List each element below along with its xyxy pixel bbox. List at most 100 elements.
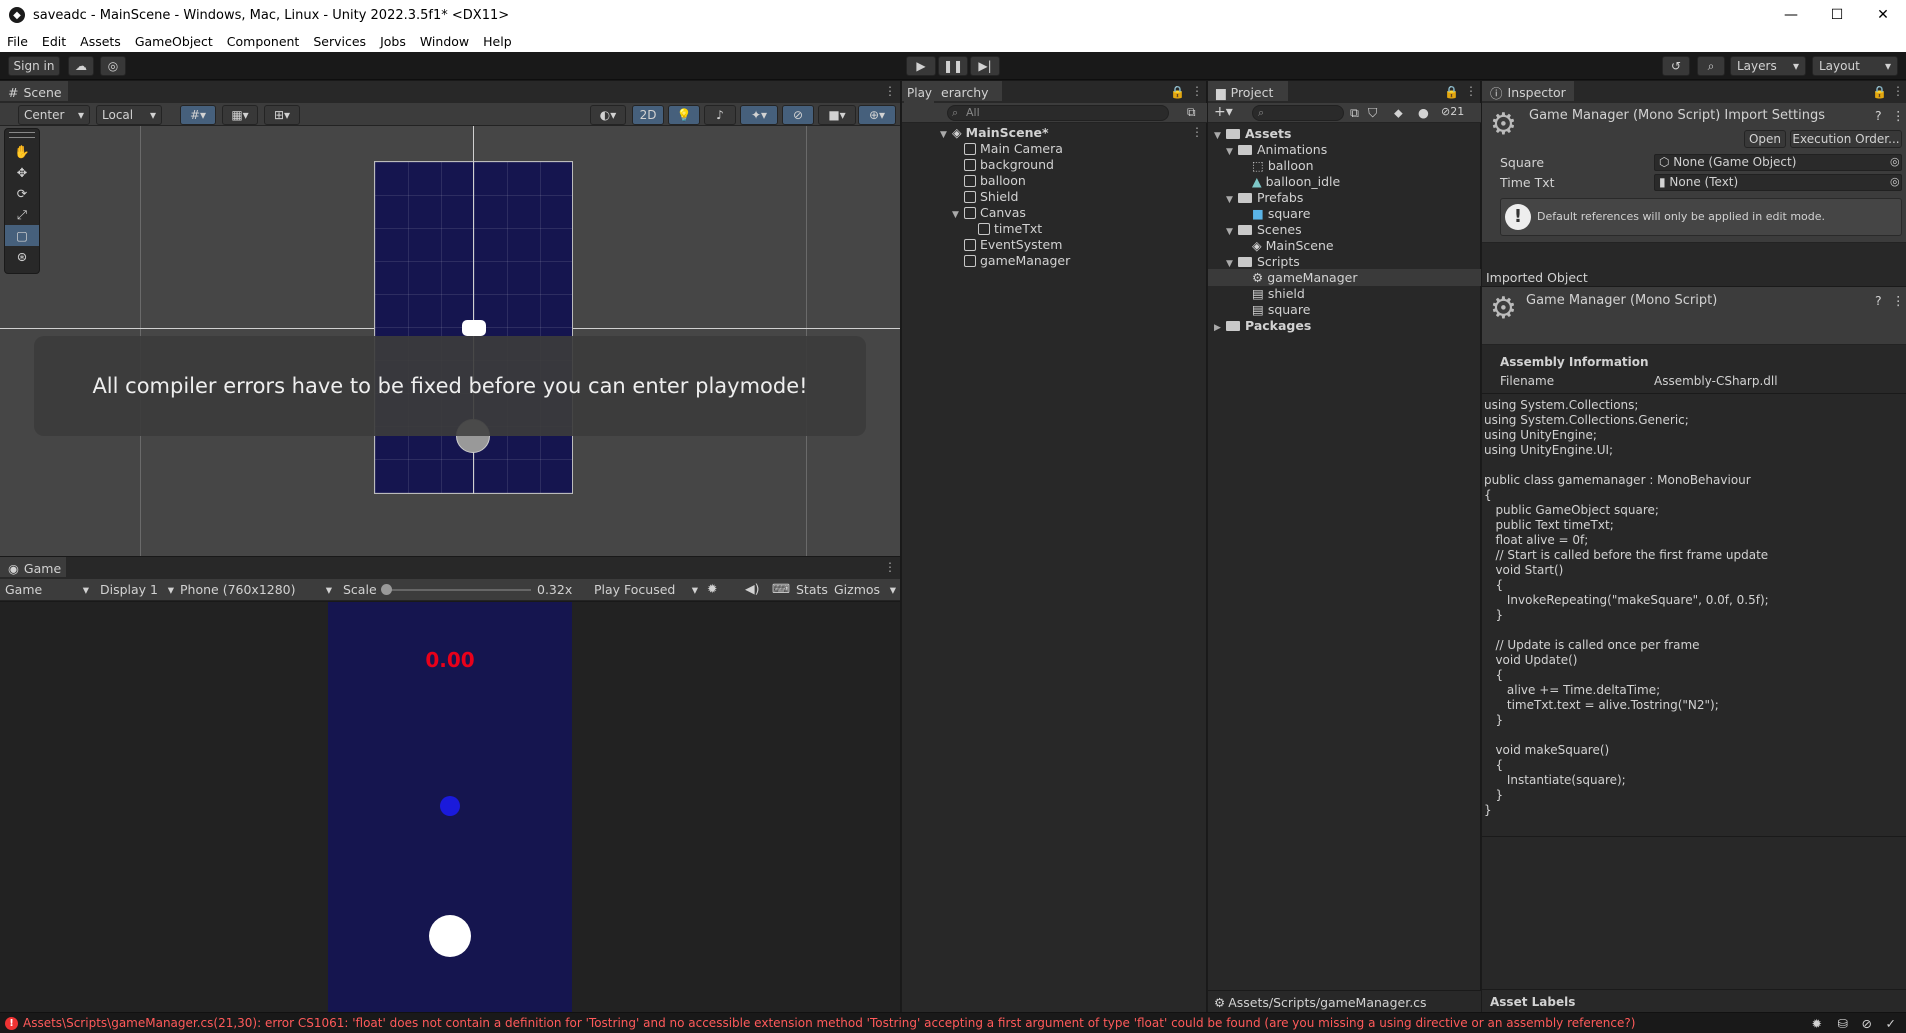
search-icon[interactable]: ⌕ — [1697, 56, 1725, 76]
menu-file[interactable]: File — [0, 34, 35, 49]
menu-assets[interactable]: Assets — [73, 34, 128, 49]
expand-arrow-icon[interactable]: ▼ — [952, 207, 964, 223]
lock-icon[interactable]: 🔒 — [1170, 85, 1185, 99]
open-button[interactable]: Open — [1744, 130, 1786, 148]
scene-viewport[interactable]: All compiler errors have to be fixed bef… — [0, 126, 900, 556]
project-search-input[interactable] — [1252, 105, 1344, 121]
mute-audio-icon[interactable]: ◀) — [745, 581, 760, 596]
kebab-icon[interactable]: ⋮ — [1892, 293, 1905, 308]
project-item-balloon[interactable]: ⬚ balloon — [1252, 158, 1314, 174]
help-icon[interactable]: ? — [1875, 293, 1882, 308]
create-plus-icon[interactable]: +▾ — [1214, 104, 1233, 120]
expand-arrow-icon[interactable]: ▼ — [1214, 128, 1226, 144]
expand-arrow-icon[interactable]: ▼ — [1226, 192, 1238, 208]
hierarchy-search-input[interactable]: All — [947, 105, 1169, 121]
label-icon[interactable]: ⬥ — [1394, 105, 1403, 121]
square-object-field[interactable]: ⬡ None (Game Object) — [1654, 154, 1902, 171]
grid-snap-icon[interactable]: #▾ — [180, 105, 216, 125]
bug-icon[interactable]: ✹ — [707, 581, 717, 596]
project-item-gamemanager[interactable]: ⚙ gameManager — [1252, 270, 1357, 286]
menu-edit[interactable]: Edit — [35, 34, 73, 49]
game-viewport[interactable]: 0.00 — [0, 602, 900, 1012]
history-icon[interactable]: ↺ — [1662, 56, 1690, 76]
project-folder-assets[interactable]: ▼ Assets — [1214, 126, 1291, 142]
auto-refresh-icon[interactable]: ⊘ — [1862, 1016, 1872, 1031]
maximize-icon[interactable]: ☐ — [1814, 0, 1860, 30]
shading-mode-icon[interactable]: ◐▾ — [590, 105, 626, 125]
project-item-mainscene[interactable]: ◈ MainScene — [1252, 238, 1334, 254]
search-by-type-icon[interactable]: ⧉ — [1350, 105, 1359, 121]
alert-icon[interactable]: ● — [1418, 105, 1429, 120]
play-button[interactable]: ▶ — [906, 56, 936, 76]
tab-game[interactable]: ◉ Game — [0, 557, 66, 577]
console-error-message[interactable]: Assets\Scripts\gameManager.cs(21,30): er… — [23, 1016, 1803, 1030]
menu-window[interactable]: Window — [413, 34, 476, 49]
scale-slider-handle[interactable] — [381, 584, 392, 595]
audio-icon[interactable]: ♪ — [704, 105, 736, 125]
kebab-icon[interactable]: ⋮ — [1191, 125, 1203, 139]
project-folder-prefabs[interactable]: ▼ Prefabs — [1226, 190, 1303, 206]
project-folder-packages[interactable]: ▶ Packages — [1214, 318, 1311, 334]
increment-snap-icon[interactable]: ⊞▾ — [264, 105, 300, 125]
hierarchy-item-timetxt[interactable]: timeTxt — [978, 221, 1042, 237]
camera-gizmo-icon[interactable] — [462, 320, 486, 336]
project-item-balloon-idle[interactable]: ▲ balloon_idle — [1252, 174, 1340, 190]
hidden-packages-icon[interactable]: ⊘21 — [1441, 105, 1464, 118]
sign-in-button[interactable]: Sign in — [8, 56, 60, 76]
kebab-icon[interactable]: ⋮ — [884, 560, 896, 574]
drag-handle[interactable] — [9, 132, 35, 138]
progress-icon[interactable]: ✓ — [1886, 1016, 1896, 1031]
transform-tool-icon[interactable]: ⊛ — [5, 246, 39, 267]
object-picker-icon[interactable]: ◎ — [1890, 175, 1900, 188]
scale-tool-icon[interactable]: ⤢ — [5, 204, 39, 225]
project-folder-animations[interactable]: ▼ Animations — [1226, 142, 1327, 158]
collab-icon[interactable]: ◎ — [100, 56, 126, 76]
menu-component[interactable]: Component — [220, 34, 307, 49]
help-icon[interactable]: ? — [1875, 108, 1882, 123]
kebab-icon[interactable]: ⋮ — [1465, 84, 1477, 98]
project-folder-scripts[interactable]: ▼ Scripts — [1226, 254, 1300, 270]
stats-button[interactable]: Stats — [796, 582, 828, 597]
game-view-dropdown[interactable]: Game ▾ — [5, 582, 89, 597]
cloud-icon[interactable]: ☁ — [68, 56, 94, 76]
menu-help[interactable]: Help — [476, 34, 519, 49]
layout-dropdown[interactable]: Layout ▾ — [1812, 56, 1898, 76]
scale-slider[interactable] — [385, 589, 531, 591]
rect-tool-icon[interactable]: ▢ — [5, 225, 39, 246]
kebab-icon[interactable]: ⋮ — [1191, 84, 1203, 98]
project-item-square-script[interactable]: ▤ square — [1252, 302, 1310, 318]
hierarchy-item-gamemanager[interactable]: gameManager — [964, 253, 1070, 269]
minimize-icon[interactable]: — — [1768, 0, 1814, 30]
hierarchy-item-canvas[interactable]: ▼ Canvas — [952, 205, 1026, 221]
pause-button[interactable]: ❚❚ — [938, 56, 968, 76]
object-picker-icon[interactable]: ◎ — [1890, 155, 1900, 168]
step-button[interactable]: ▶| — [970, 56, 1000, 76]
hierarchy-item-main-camera[interactable]: Main Camera — [964, 141, 1063, 157]
cache-server-icon[interactable]: ⛁ — [1838, 1016, 1848, 1031]
execution-order-button[interactable]: Execution Order... — [1790, 130, 1902, 148]
tab-scene[interactable]: # Scene — [0, 81, 68, 101]
hidden-objects-icon[interactable]: ⊘ — [782, 105, 814, 125]
effects-icon[interactable]: ✦▾ — [740, 105, 778, 125]
pivot-dropdown[interactable]: Center ▾ — [18, 105, 90, 125]
scene-row-mainscene[interactable]: ▼ ◈ MainScene* — [940, 125, 1049, 141]
tab-project[interactable]: ▆ Project — [1208, 81, 1288, 101]
space-dropdown[interactable]: Local ▾ — [96, 105, 162, 125]
menu-gameobject[interactable]: GameObject — [128, 34, 220, 49]
gizmos-dropdown[interactable]: Gizmos ▾ — [834, 582, 896, 597]
grid-visibility-icon[interactable]: ▦▾ — [222, 105, 258, 125]
layers-dropdown[interactable]: Layers ▾ — [1730, 56, 1806, 76]
display-dropdown[interactable]: Display 1 ▾ — [100, 582, 174, 597]
camera-icon[interactable]: ■▾ — [818, 105, 856, 125]
hierarchy-item-balloon[interactable]: balloon — [964, 173, 1026, 189]
close-icon[interactable]: ✕ — [1860, 0, 1906, 30]
project-item-square-prefab[interactable]: ■ square — [1252, 206, 1310, 222]
expand-arrow-icon[interactable]: ▼ — [1226, 224, 1238, 240]
menu-services[interactable]: Services — [306, 34, 373, 49]
hierarchy-item-eventsystem[interactable]: EventSystem — [964, 237, 1062, 253]
keyboard-icon[interactable]: ⌨ — [772, 581, 790, 596]
play-focused-dropdown[interactable]: Play Focused ▾ — [594, 582, 698, 597]
gizmos-icon[interactable]: ⊕▾ — [858, 105, 896, 125]
asset-labels-header[interactable]: Asset Labels — [1482, 989, 1906, 1012]
expand-arrow-icon[interactable]: ▼ — [940, 127, 952, 143]
